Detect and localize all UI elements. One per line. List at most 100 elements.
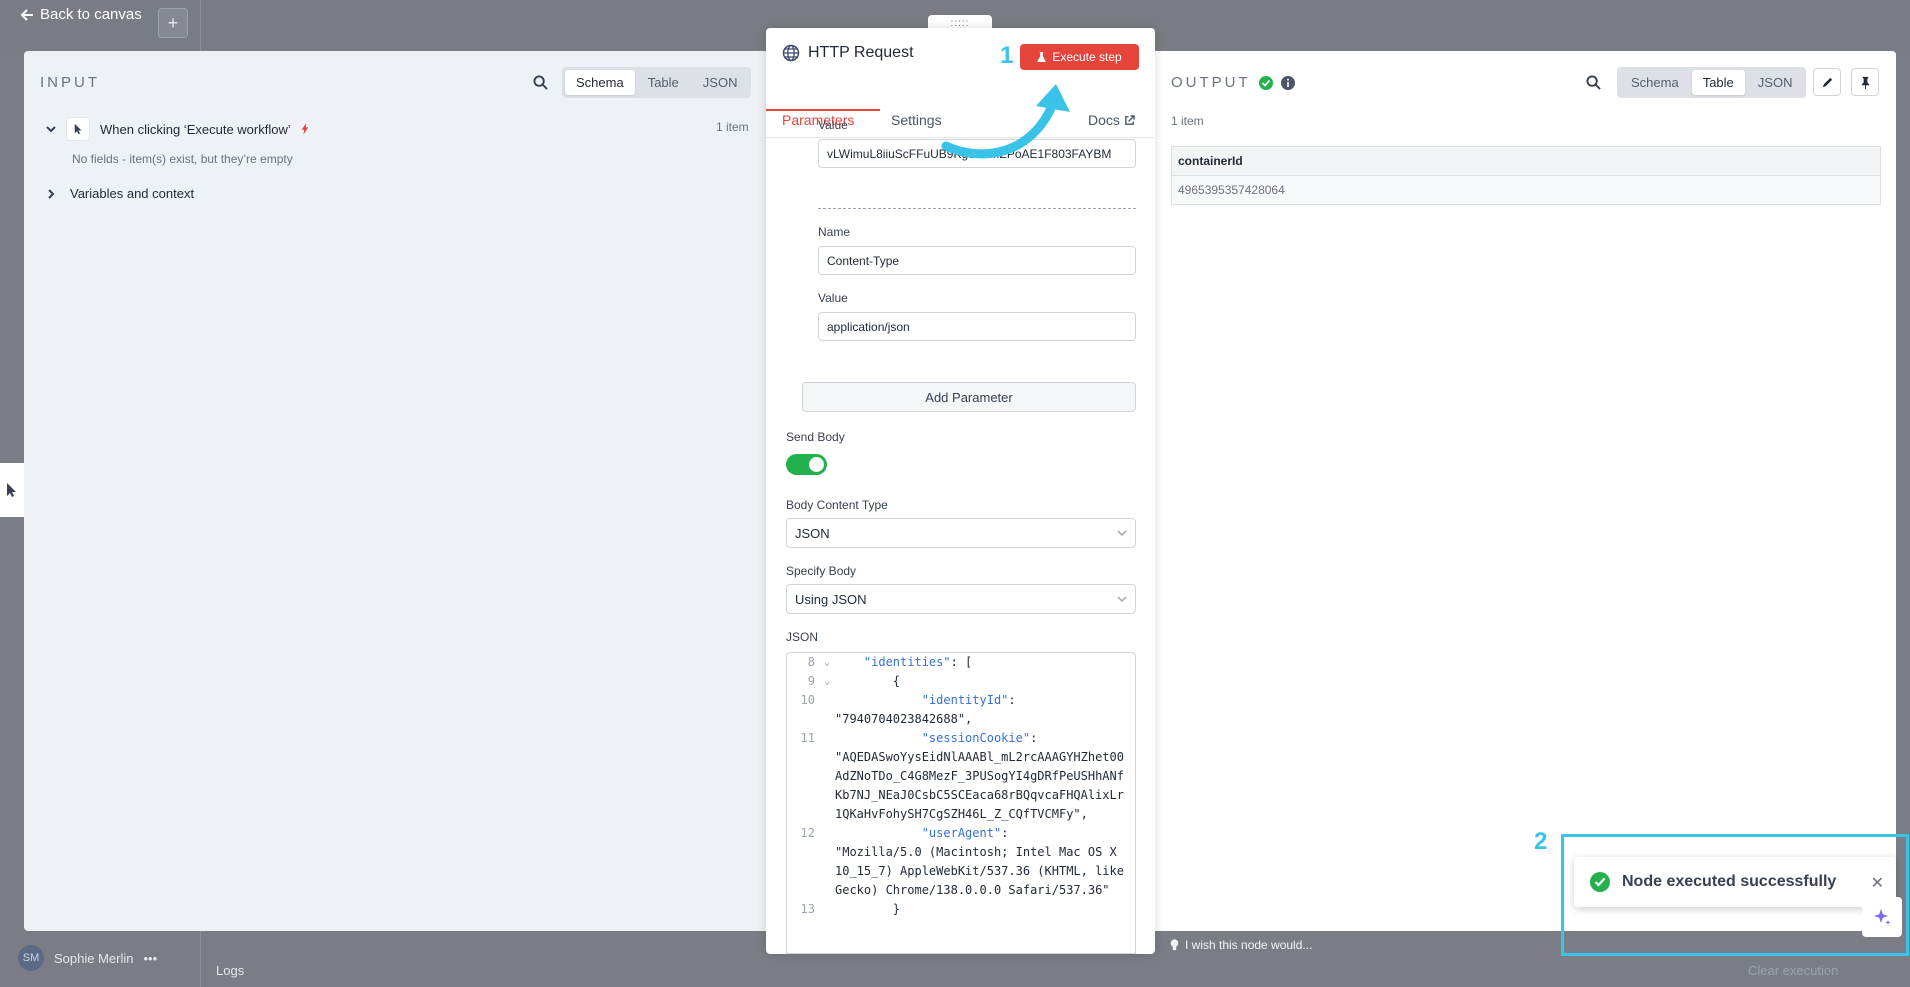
- column-header[interactable]: containerId: [1171, 146, 1881, 176]
- no-fields-message: No fields - item(s) exist, but they’re e…: [72, 152, 293, 166]
- input-panel-title: INPUT: [40, 74, 100, 91]
- user-menu[interactable]: SM Sophie Merlin •••: [18, 945, 157, 971]
- output-tab-json[interactable]: JSON: [1747, 70, 1804, 95]
- code-text: }: [835, 900, 1135, 919]
- more-icon[interactable]: •••: [144, 951, 158, 966]
- trigger-node-row[interactable]: When clicking ‘Execute workflow’: [46, 117, 750, 141]
- output-panel-title: OUTPUT: [1171, 74, 1295, 91]
- chevron-right-icon: [48, 188, 55, 199]
- output-title-label: OUTPUT: [1171, 74, 1251, 91]
- output-item-count: 1 item: [1171, 114, 1204, 128]
- tab-settings[interactable]: Settings: [891, 112, 942, 128]
- input-tab-table[interactable]: Table: [637, 70, 690, 95]
- annotation-number-2: 2: [1534, 828, 1548, 855]
- json-key: "sessionCookie": [921, 731, 1031, 745]
- code-line: 12 "userAgent": "Mozilla/5.0 (Macintosh;…: [787, 824, 1135, 900]
- code-line: 10 "identityId": "7940704023842688",: [787, 691, 1135, 729]
- body-content-type-value: JSON: [795, 525, 830, 541]
- line-number: 11: [800, 731, 815, 745]
- json-value: : [: [950, 655, 973, 669]
- code-line: 13 }: [787, 900, 1135, 919]
- node-title[interactable]: HTTP Request: [808, 44, 914, 62]
- pin-output-button[interactable]: [1851, 68, 1879, 96]
- add-parameter-button[interactable]: Add Parameter: [802, 382, 1136, 412]
- body-content-type-label: Body Content Type: [786, 498, 888, 512]
- fold-chevron-icon[interactable]: ⌄: [819, 653, 835, 672]
- annotation-arrow-icon: [941, 84, 1070, 159]
- node-header: HTTP Request: [782, 44, 914, 62]
- line-number: 9: [807, 674, 815, 688]
- trigger-node-label: When clicking ‘Execute workflow’: [100, 121, 291, 137]
- specify-body-value: Using JSON: [795, 591, 867, 607]
- output-tab-table[interactable]: Table: [1691, 70, 1745, 95]
- variables-context-row[interactable]: Variables and context: [46, 186, 194, 201]
- code-line: 11 "sessionCookie": "AQEDASwoYysEidNlAAA…: [787, 729, 1135, 824]
- code-text: "identityId": "7940704023842688",: [835, 691, 1135, 729]
- cursor-icon: [0, 463, 24, 517]
- output-tab-schema[interactable]: Schema: [1620, 70, 1690, 95]
- body-content-type-select[interactable]: JSON: [786, 518, 1136, 548]
- fold-gutter: [819, 824, 835, 900]
- add-node-button[interactable]: +: [158, 8, 188, 38]
- send-body-label: Send Body: [786, 430, 845, 444]
- avatar: SM: [18, 945, 44, 971]
- code-text: "userAgent": "Mozilla/5.0 (Macintosh; In…: [835, 824, 1135, 900]
- header-name-input[interactable]: Content-Type: [818, 246, 1136, 275]
- output-table: containerId 4965395357428064: [1171, 146, 1881, 205]
- line-number: 8: [807, 655, 815, 669]
- info-icon[interactable]: [1280, 75, 1295, 90]
- logs-label[interactable]: Logs: [216, 963, 244, 978]
- specify-body-label: Specify Body: [786, 564, 857, 578]
- success-toast: Node executed successfully ✕: [1574, 857, 1896, 907]
- annotation-number-1: 1: [1000, 42, 1014, 69]
- input-search-icon[interactable]: [530, 72, 550, 92]
- chevron-down-icon: [1117, 530, 1127, 537]
- close-icon[interactable]: ✕: [1871, 873, 1884, 893]
- edit-output-button[interactable]: [1813, 68, 1841, 96]
- line-number: 12: [800, 826, 815, 840]
- input-tab-schema[interactable]: Schema: [565, 70, 635, 95]
- chevron-down-icon[interactable]: [46, 124, 56, 134]
- input-view-switcher: Schema Table JSON: [562, 67, 752, 98]
- output-view-switcher: Schema Table JSON: [1617, 67, 1807, 98]
- clear-execution-button[interactable]: Clear execution: [1748, 963, 1838, 978]
- fold-gutter: [819, 691, 835, 729]
- json-key: "userAgent": [921, 826, 1002, 840]
- json-label: JSON: [786, 630, 819, 644]
- specify-body-select[interactable]: Using JSON: [786, 584, 1136, 614]
- external-link-icon: [1125, 114, 1135, 125]
- header-value-input-2[interactable]: application/json: [818, 312, 1136, 341]
- active-tab-indicator: [766, 109, 880, 111]
- flask-icon: [1037, 51, 1047, 62]
- send-body-toggle[interactable]: [786, 454, 827, 475]
- json-key: "identityId": [921, 693, 1009, 707]
- ai-assistant-button[interactable]: [1862, 897, 1902, 937]
- parameter-separator: [818, 208, 1136, 209]
- feedback-label: I wish this node would...: [1185, 938, 1313, 952]
- back-to-canvas-link[interactable]: Back to canvas: [20, 6, 142, 23]
- json-value: {: [892, 674, 901, 688]
- output-search-icon[interactable]: [1583, 72, 1603, 92]
- json-editor[interactable]: 8 ⌄ "identities": [9 ⌄ {10 "identityId": "…: [786, 652, 1136, 954]
- fold-chevron-icon[interactable]: ⌄: [819, 672, 835, 691]
- back-to-canvas-label: Back to canvas: [40, 6, 142, 23]
- code-text: {: [835, 672, 1135, 691]
- docs-link[interactable]: Docs: [1088, 112, 1135, 128]
- input-item-count: 1 item: [716, 120, 749, 134]
- pointer-icon: [66, 117, 90, 141]
- table-cell[interactable]: 4965395357428064: [1171, 175, 1881, 205]
- user-name: Sophie Merlin: [54, 950, 134, 966]
- header-value-label-2: Value: [818, 291, 848, 305]
- execute-step-button[interactable]: Execute step: [1020, 44, 1139, 70]
- json-value: }: [892, 902, 901, 916]
- lightning-icon: [301, 123, 308, 135]
- header-value-label: Value: [818, 118, 848, 132]
- feedback-link[interactable]: I wish this node would...: [1170, 938, 1312, 952]
- line-number: 10: [800, 693, 815, 707]
- table-row: 4965395357428064: [1171, 175, 1881, 205]
- variables-context-label: Variables and context: [70, 186, 195, 201]
- code-text: "sessionCookie": "AQEDASwoYysEidNlAAABl_…: [835, 729, 1135, 824]
- sparkle-icon: [1874, 909, 1891, 925]
- line-number: 13: [800, 902, 815, 916]
- input-tab-json[interactable]: JSON: [692, 70, 749, 95]
